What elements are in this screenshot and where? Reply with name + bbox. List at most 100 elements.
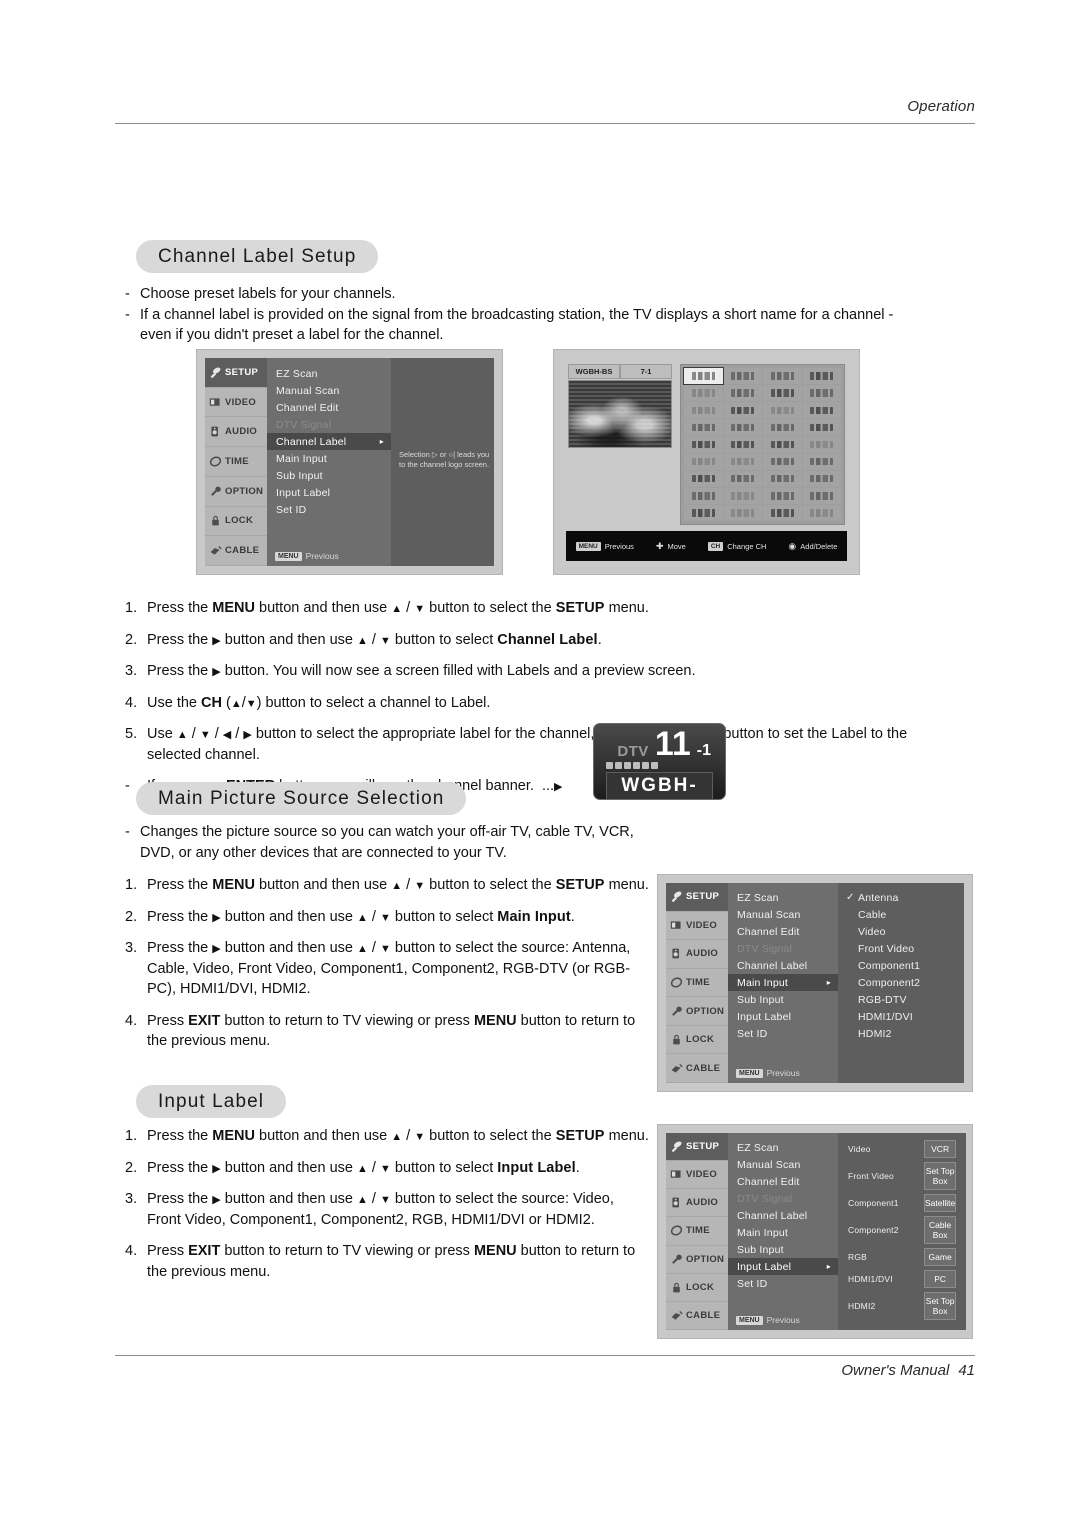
- input-label-row[interactable]: HDMI2 Set Top Box: [848, 1291, 957, 1320]
- input-label-row[interactable]: Component1 Satellite: [848, 1193, 957, 1212]
- option-antenna[interactable]: ✓ Antenna: [838, 889, 964, 906]
- logo-cell[interactable]: [763, 385, 802, 402]
- logo-cell[interactable]: [763, 453, 802, 470]
- sidebar-item-setup[interactable]: SETUP: [666, 883, 728, 912]
- logo-cell[interactable]: [802, 470, 841, 487]
- menu-item-channel-label[interactable]: Channel Label ▸: [267, 433, 391, 450]
- bottombar-change-ch[interactable]: CH Change CH: [707, 541, 766, 551]
- menu-item-channel-edit[interactable]: Channel Edit: [267, 399, 391, 416]
- menu-item-manual-scan[interactable]: Manual Scan: [728, 906, 838, 923]
- logo-cell[interactable]: [763, 368, 802, 385]
- sidebar-item-audio[interactable]: AUDIO: [205, 417, 267, 448]
- option-cable[interactable]: Cable: [838, 906, 964, 923]
- menu-item-channel-edit[interactable]: Channel Edit: [728, 1173, 838, 1190]
- sidebar-item-option[interactable]: OPTION: [205, 477, 267, 507]
- sidebar-item-cable[interactable]: CABLE: [205, 536, 267, 567]
- menu-item-set-id[interactable]: Set ID: [728, 1275, 838, 1292]
- option-hdmi2[interactable]: HDMI2: [838, 1025, 964, 1042]
- logo-cell[interactable]: [684, 402, 723, 419]
- input-label-value[interactable]: VCR: [924, 1139, 957, 1158]
- logo-cell[interactable]: [763, 419, 802, 436]
- menu-item-manual-scan[interactable]: Manual Scan: [267, 382, 391, 399]
- input-label-row[interactable]: Component2 Cable Box: [848, 1215, 957, 1244]
- menu-item-input-label[interactable]: Input Label ▸: [728, 1258, 838, 1275]
- menu-item-ez-scan[interactable]: EZ Scan: [728, 1139, 838, 1156]
- bottombar-add-delete[interactable]: ◉ Add/Delete: [788, 541, 837, 552]
- logo-cell[interactable]: [763, 470, 802, 487]
- logo-cell[interactable]: [723, 470, 762, 487]
- sidebar-item-setup[interactable]: SETUP: [666, 1133, 728, 1162]
- logo-cell[interactable]: [723, 436, 762, 453]
- bottombar-move[interactable]: ✚ Move: [656, 541, 686, 552]
- logo-cell[interactable]: [684, 385, 723, 402]
- logo-cell[interactable]: [684, 504, 723, 521]
- menu-item-input-label[interactable]: Input Label: [267, 484, 391, 501]
- sidebar-item-audio[interactable]: AUDIO: [666, 1189, 728, 1218]
- logo-cell[interactable]: [802, 385, 841, 402]
- option-component2[interactable]: Component2: [838, 974, 964, 991]
- input-label-value[interactable]: PC: [924, 1269, 957, 1288]
- logo-cell[interactable]: [802, 504, 841, 521]
- option-rgb-dtv[interactable]: RGB-DTV: [838, 991, 964, 1008]
- menu-item-set-id[interactable]: Set ID: [728, 1025, 838, 1042]
- logo-cell[interactable]: [683, 366, 724, 386]
- option-hdmi1-dvi[interactable]: HDMI1/DVI: [838, 1008, 964, 1025]
- input-label-value[interactable]: Game: [924, 1247, 957, 1266]
- logo-cell[interactable]: [802, 402, 841, 419]
- bottombar-previous[interactable]: MENU Previous: [575, 541, 634, 551]
- logo-cell[interactable]: [802, 419, 841, 436]
- logo-cell[interactable]: [802, 487, 841, 504]
- previous-button[interactable]: MENU Previous: [736, 1068, 800, 1078]
- logo-cell[interactable]: [802, 436, 841, 453]
- logo-cell[interactable]: [723, 419, 762, 436]
- sidebar-item-option[interactable]: OPTION: [666, 1246, 728, 1274]
- sidebar-item-time[interactable]: TIME: [205, 447, 267, 477]
- logo-cell[interactable]: [723, 402, 762, 419]
- logo-cell[interactable]: [723, 453, 762, 470]
- menu-item-channel-label[interactable]: Channel Label: [728, 1207, 838, 1224]
- logo-cell[interactable]: [684, 419, 723, 436]
- input-label-row[interactable]: RGB Game: [848, 1247, 957, 1266]
- sidebar-item-video[interactable]: VIDEO: [666, 1161, 728, 1190]
- input-label-row[interactable]: Video VCR: [848, 1139, 957, 1158]
- option-front-video[interactable]: Front Video: [838, 940, 964, 957]
- previous-button[interactable]: MENU Previous: [736, 1315, 800, 1325]
- menu-item-set-id[interactable]: Set ID: [267, 501, 391, 518]
- menu-item-main-input[interactable]: Main Input ▸: [728, 974, 838, 991]
- input-label-value[interactable]: Cable Box: [924, 1215, 957, 1244]
- sidebar-item-time[interactable]: TIME: [666, 1217, 728, 1246]
- logo-cell[interactable]: [684, 453, 723, 470]
- sidebar-item-setup[interactable]: SETUP: [205, 358, 267, 388]
- option-video[interactable]: Video: [838, 923, 964, 940]
- logo-cell[interactable]: [802, 453, 841, 470]
- menu-item-main-input[interactable]: Main Input: [267, 450, 391, 467]
- sidebar-item-time[interactable]: TIME: [666, 969, 728, 998]
- logo-cell[interactable]: [723, 487, 762, 504]
- logo-cell[interactable]: [763, 402, 802, 419]
- menu-item-input-label[interactable]: Input Label: [728, 1008, 838, 1025]
- logo-cell[interactable]: [684, 436, 723, 453]
- sidebar-item-video[interactable]: VIDEO: [205, 388, 267, 418]
- input-label-row[interactable]: HDMI1/DVI PC: [848, 1269, 957, 1288]
- logo-cell[interactable]: [684, 487, 723, 504]
- menu-item-sub-input[interactable]: Sub Input: [728, 991, 838, 1008]
- sidebar-item-option[interactable]: OPTION: [666, 997, 728, 1026]
- input-label-value[interactable]: Satellite: [924, 1193, 957, 1212]
- menu-item-channel-edit[interactable]: Channel Edit: [728, 923, 838, 940]
- menu-item-main-input[interactable]: Main Input: [728, 1224, 838, 1241]
- input-label-value[interactable]: Set Top Box: [924, 1161, 957, 1190]
- logo-cell[interactable]: [723, 504, 762, 521]
- menu-item-channel-label[interactable]: Channel Label: [728, 957, 838, 974]
- logo-cell[interactable]: [763, 504, 802, 521]
- sidebar-item-lock[interactable]: LOCK: [666, 1274, 728, 1302]
- logo-cell[interactable]: [802, 368, 841, 385]
- input-label-row[interactable]: Front Video Set Top Box: [848, 1161, 957, 1190]
- sidebar-item-audio[interactable]: AUDIO: [666, 940, 728, 969]
- previous-button[interactable]: MENU Previous: [275, 551, 339, 561]
- menu-item-sub-input[interactable]: Sub Input: [728, 1241, 838, 1258]
- option-component1[interactable]: Component1: [838, 957, 964, 974]
- sidebar-item-video[interactable]: VIDEO: [666, 912, 728, 941]
- menu-item-ez-scan[interactable]: EZ Scan: [267, 365, 391, 382]
- logo-cell[interactable]: [723, 368, 762, 385]
- sidebar-item-lock[interactable]: LOCK: [666, 1026, 728, 1055]
